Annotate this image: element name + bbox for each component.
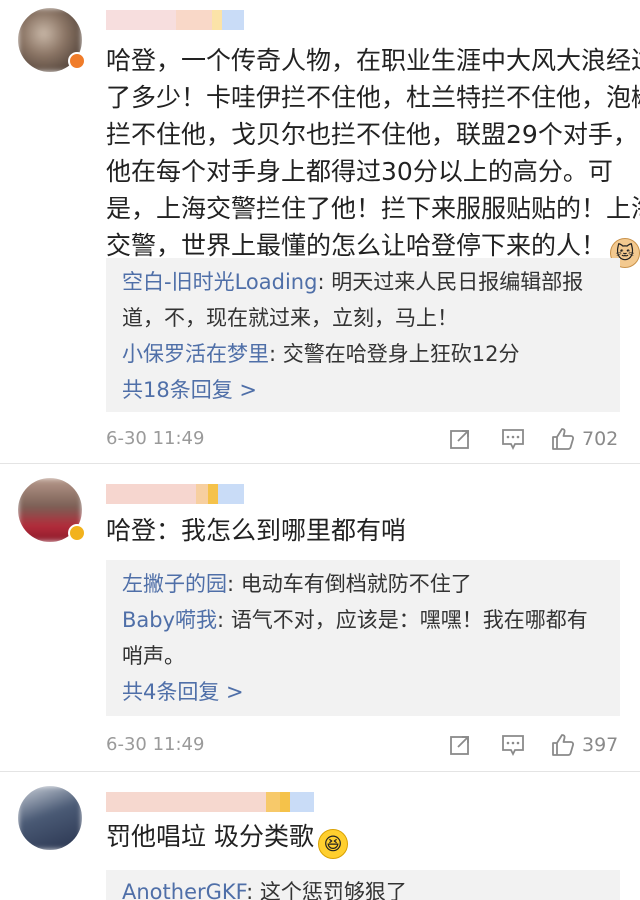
reply-box[interactable]: 空白-旧时光Loading: 明天过来人民日报编辑部报 道，不，现在就过来，立刻… (106, 258, 620, 412)
comment-2: 哈登：我怎么到哪里都有哨 左撇子的园: 电动车有倒档就防不住了 Baby嗬我: … (0, 464, 640, 770)
verified-badge-icon (68, 524, 86, 542)
reply-text-cont: 哨声。 (122, 644, 185, 668)
reply-text: 语气不对，应该是：嘿嘿！我在哪都有 (230, 608, 588, 632)
reply-text: 交警在哈登身上狂砍12分 (282, 342, 520, 366)
timestamp: 6-30 11:49 (106, 734, 205, 755)
like-count: 397 (582, 734, 619, 756)
reply-text: 明天过来人民日报编辑部报 (331, 270, 584, 294)
username-blurred[interactable] (106, 10, 244, 30)
more-replies-link[interactable]: 共18条回复 > (122, 372, 604, 408)
like-button[interactable]: 397 (550, 730, 618, 760)
avatar[interactable] (18, 786, 82, 850)
share-icon[interactable] (448, 424, 472, 454)
reply-text: 这个惩罚够狠了 (259, 880, 407, 900)
username-blurred[interactable] (106, 792, 314, 812)
reply-text: 电动车有倒档就防不住了 (240, 572, 472, 596)
comment-icon[interactable] (500, 730, 526, 760)
laughing-emoji-icon: 😆 (317, 829, 348, 859)
thumb-up-icon (552, 734, 575, 756)
reply-author[interactable]: 小保罗活在梦里 (122, 342, 269, 366)
comment-meta: 6-30 11:49 397 (106, 730, 620, 760)
reply-author[interactable]: Baby嗬我 (122, 608, 217, 632)
reply-author[interactable]: 左撇子的园 (122, 572, 227, 596)
comment-meta: 6-30 11:49 702 (106, 424, 620, 454)
like-count: 702 (582, 428, 619, 450)
user-badge-icon (68, 52, 86, 70)
comment-3: 罚他唱垃 圾分类歌 😆 AnotherGKF: 这个惩罚够狠了 (0, 772, 640, 900)
comment-1: 哈登，一个传奇人物，在职业生涯中大风大浪经过 了多少！卡哇伊拦不住他，杜兰特拦不… (0, 0, 640, 462)
reply-author[interactable]: 空白-旧时光Loading (122, 270, 317, 294)
reply-text-cont: 道，不，现在就过来，立刻，马上！ (122, 306, 458, 330)
reply-author[interactable]: AnotherGKF (122, 880, 246, 900)
reply-box[interactable]: 左撇子的园: 电动车有倒档就防不住了 Baby嗬我: 语气不对，应该是：嘿嘿！我… (106, 560, 620, 716)
like-button[interactable]: 702 (550, 424, 618, 454)
reply-box[interactable]: AnotherGKF: 这个惩罚够狠了 (106, 870, 620, 900)
timestamp: 6-30 11:49 (106, 428, 205, 449)
comment-icon[interactable] (500, 424, 526, 454)
comment-text: 哈登，一个传奇人物，在职业生涯中大风大浪经过 了多少！卡哇伊拦不住他，杜兰特拦不… (106, 42, 640, 268)
share-icon[interactable] (448, 730, 472, 760)
more-replies-link[interactable]: 共4条回复 > (122, 674, 604, 710)
username-blurred[interactable] (106, 484, 244, 504)
thumb-up-icon (552, 428, 575, 450)
comment-text: 罚他唱垃 圾分类歌 😆 (106, 818, 626, 859)
comment-text: 哈登：我怎么到哪里都有哨 (106, 516, 407, 545)
